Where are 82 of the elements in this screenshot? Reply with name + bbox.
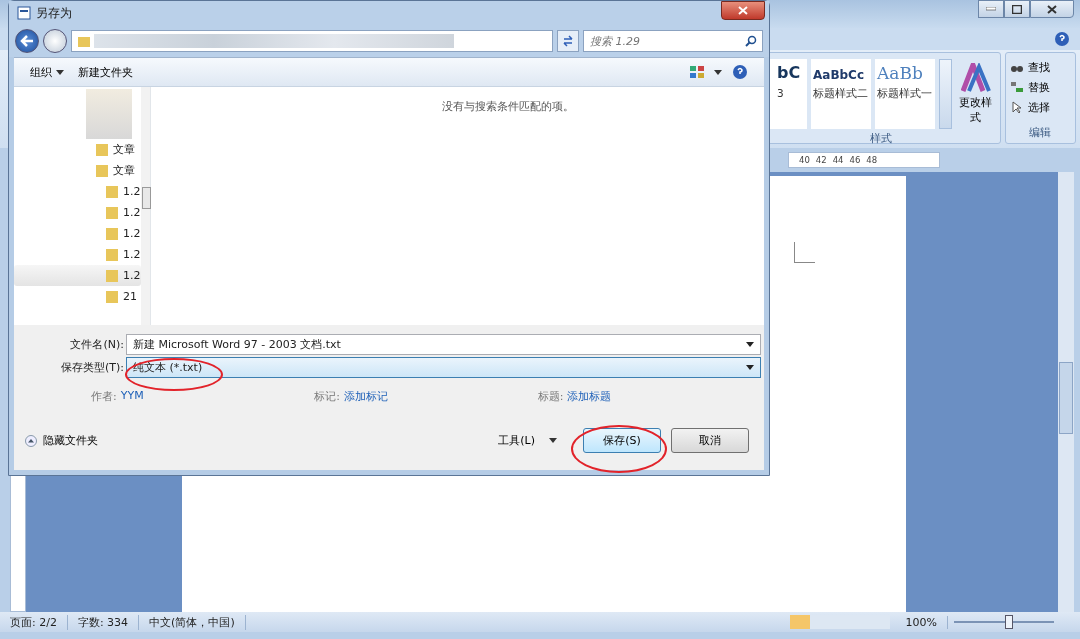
- field-label: 文件名(N):: [69, 337, 124, 352]
- folder-tree-item[interactable]: 1.2: [14, 181, 141, 202]
- empty-message: 没有与搜索条件匹配的项。: [441, 99, 574, 113]
- organize-button[interactable]: 组织: [30, 64, 52, 80]
- forward-button[interactable]: [43, 29, 67, 53]
- metadata-link[interactable]: 添加标记: [344, 389, 389, 404]
- folder-tree-item[interactable]: 1.2: [14, 223, 141, 244]
- back-button[interactable]: [15, 29, 39, 53]
- help-icon[interactable]: [1054, 31, 1070, 47]
- field-label: 保存类型(T):: [60, 360, 124, 375]
- blurred-region: [86, 89, 132, 139]
- vertical-scrollbar[interactable]: [1058, 172, 1074, 612]
- status-item[interactable]: 页面: 2/2: [0, 614, 68, 630]
- style-preset[interactable]: AaBbCc 标题样式二: [811, 59, 871, 129]
- hide-folders-button[interactable]: 隐藏文件夹: [25, 433, 98, 448]
- folder-icon: [78, 35, 90, 47]
- ruler-number: 48: [866, 155, 878, 165]
- folder-icon: [106, 290, 118, 303]
- close-button[interactable]: [1030, 0, 1074, 18]
- folder-icon: [106, 185, 118, 198]
- caret-icon: [746, 365, 754, 370]
- help-icon[interactable]: [732, 64, 748, 80]
- replace-icon: [1009, 81, 1024, 93]
- maximize-button[interactable]: [1004, 0, 1030, 18]
- search-icon: [745, 35, 757, 47]
- tools-button[interactable]: 工具(L): [492, 432, 563, 449]
- ruler-number: 46: [849, 155, 861, 165]
- ribbon-command[interactable]: 查找: [1009, 57, 1071, 77]
- folder-icon: [106, 269, 118, 282]
- refresh-icon: [562, 35, 574, 47]
- close-icon: [1047, 4, 1057, 14]
- document-icon: [17, 6, 31, 20]
- close-button[interactable]: [721, 1, 765, 20]
- caret-icon: [549, 438, 557, 443]
- cancel-button[interactable]: 取消: [671, 428, 749, 453]
- folder-tree-item[interactable]: 21: [14, 286, 141, 307]
- ruler-number: 44: [832, 155, 844, 165]
- view-icon[interactable]: [690, 66, 704, 78]
- ruler-number: 42: [815, 155, 827, 165]
- zoom-level[interactable]: 100%: [895, 615, 948, 629]
- folder-icon: [106, 206, 118, 219]
- refresh-button[interactable]: [557, 30, 579, 52]
- folder-icon: [96, 164, 108, 177]
- folder-tree-item[interactable]: 1.2: [14, 244, 141, 265]
- dialog-title: 另存为: [36, 4, 72, 22]
- new-folder-button[interactable]: 新建文件夹: [78, 64, 133, 80]
- metadata-link[interactable]: 添加标题: [567, 389, 612, 404]
- caret-icon[interactable]: [56, 69, 64, 75]
- folder-tree-item[interactable]: 文章: [14, 160, 141, 181]
- style-preset[interactable]: AaBb 标题样式一: [875, 59, 935, 129]
- status-item[interactable]: 字数: 334: [67, 614, 140, 630]
- metadata-label: 标记:: [314, 389, 341, 404]
- scrollbar[interactable]: [140, 87, 150, 325]
- caret-icon: [746, 342, 754, 347]
- ribbon-command[interactable]: 替换: [1009, 77, 1071, 97]
- back-arrow-icon: [20, 35, 34, 47]
- metadata-label: 作者:: [91, 389, 117, 404]
- change-styles-button[interactable]: 更改样式: [956, 59, 996, 129]
- address-bar[interactable]: [71, 30, 553, 52]
- letter-a-icon: [960, 63, 991, 93]
- collapse-icon: [25, 434, 37, 447]
- minimize-icon: [986, 7, 996, 11]
- search-field[interactable]: 搜索 1.29: [583, 30, 763, 52]
- metadata-label: 标题:: [537, 389, 564, 404]
- group-label: 编辑: [1028, 125, 1053, 141]
- ribbon-command[interactable]: 选择: [1009, 97, 1071, 117]
- folder-tree-item[interactable]: 文章: [14, 139, 141, 160]
- ruler-number: 40: [799, 155, 810, 165]
- caret-icon[interactable]: [714, 69, 722, 75]
- status-item[interactable]: 中文(简体，中国): [139, 614, 246, 630]
- folder-tree-item[interactable]: 1.2: [14, 202, 141, 223]
- save-button[interactable]: 保存(S): [583, 428, 661, 453]
- cursor-icon: [1009, 101, 1024, 113]
- folder-tree-item[interactable]: 1.2: [14, 265, 141, 286]
- folder-icon: [96, 143, 108, 156]
- maximize-icon: [1012, 4, 1022, 14]
- dropdown-field[interactable]: 新建 Microsoft Word 97 - 2003 文档.txt: [126, 334, 761, 355]
- group-label: 样式: [869, 131, 894, 147]
- metadata-link[interactable]: YYM: [120, 389, 144, 404]
- folder-icon: [106, 227, 118, 240]
- folder-icon: [106, 248, 118, 261]
- close-icon: [738, 6, 748, 15]
